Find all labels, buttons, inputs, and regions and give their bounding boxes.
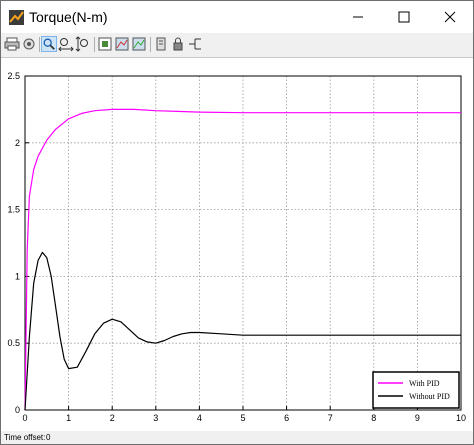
y-tick-label: 0.5 [7,338,20,348]
toolbar [1,33,473,58]
time-offset-label: Time offset: [4,433,46,442]
x-tick-label: 3 [153,413,158,423]
maximize-button[interactable] [381,1,427,33]
x-tick-label: 1 [66,413,71,423]
window-title: Torque(N-m) [29,9,108,25]
save-axes-icon[interactable] [114,36,130,52]
x-tick-label: 2 [110,413,115,423]
print-setup-icon[interactable] [21,36,37,52]
y-tick-label: 1 [15,271,20,281]
close-icon [444,11,456,23]
time-offset-value: 0 [46,433,51,442]
y-tick-label: 2 [15,138,20,148]
x-tick-label: 5 [240,413,245,423]
status-bar: Time offset: 0 [1,431,473,444]
zoom-in-icon[interactable] [41,36,57,52]
plot-area: 0 1 2 3 4 5 6 7 8 9 10 0 0.5 1 1.5 2 2.5 With PID Without … [1,58,473,431]
zoom-y-icon[interactable] [75,36,91,52]
x-tick-label: 4 [197,413,202,423]
y-tick-label: 1.5 [7,205,20,215]
torque-chart[interactable]: 0 1 2 3 4 5 6 7 8 9 10 0 0.5 1 1.5 2 2.5 With PID Without … [1,58,473,431]
close-button[interactable] [427,1,473,33]
signal-selector-icon[interactable] [187,36,203,52]
print-icon[interactable] [4,36,20,52]
title-bar: Torque(N-m) [1,1,473,33]
legend-label: With PID [409,379,440,388]
minimize-icon [353,16,363,18]
toolbar-separator [94,37,95,52]
legend-box [372,371,460,409]
scope-window: Torque(N-m) 0 1 2 3 4 5 6 7 8 9 10 0 0.5 1 1.5 2 2.5 With… [0,0,474,445]
parameters-icon[interactable] [153,36,169,52]
legend-label: Without PID [409,392,450,401]
x-tick-label: 6 [284,413,289,423]
x-tick-label: 7 [328,413,333,423]
y-tick-label: 2.5 [7,71,20,81]
toolbar-separator [150,37,151,52]
x-tick-label: 9 [415,413,420,423]
minimize-button[interactable] [335,1,381,33]
maximize-icon [398,11,410,23]
restore-axes-icon[interactable] [131,36,147,52]
x-tick-label: 8 [371,413,376,423]
autoscale-icon[interactable] [97,36,113,52]
toolbar-separator [39,37,40,52]
x-tick-label: 0 [22,413,27,423]
zoom-x-icon[interactable] [58,36,74,52]
matlab-icon [9,10,24,25]
y-tick-label: 0 [15,405,20,415]
x-tick-label: 10 [456,413,466,423]
lock-icon[interactable] [170,36,186,52]
